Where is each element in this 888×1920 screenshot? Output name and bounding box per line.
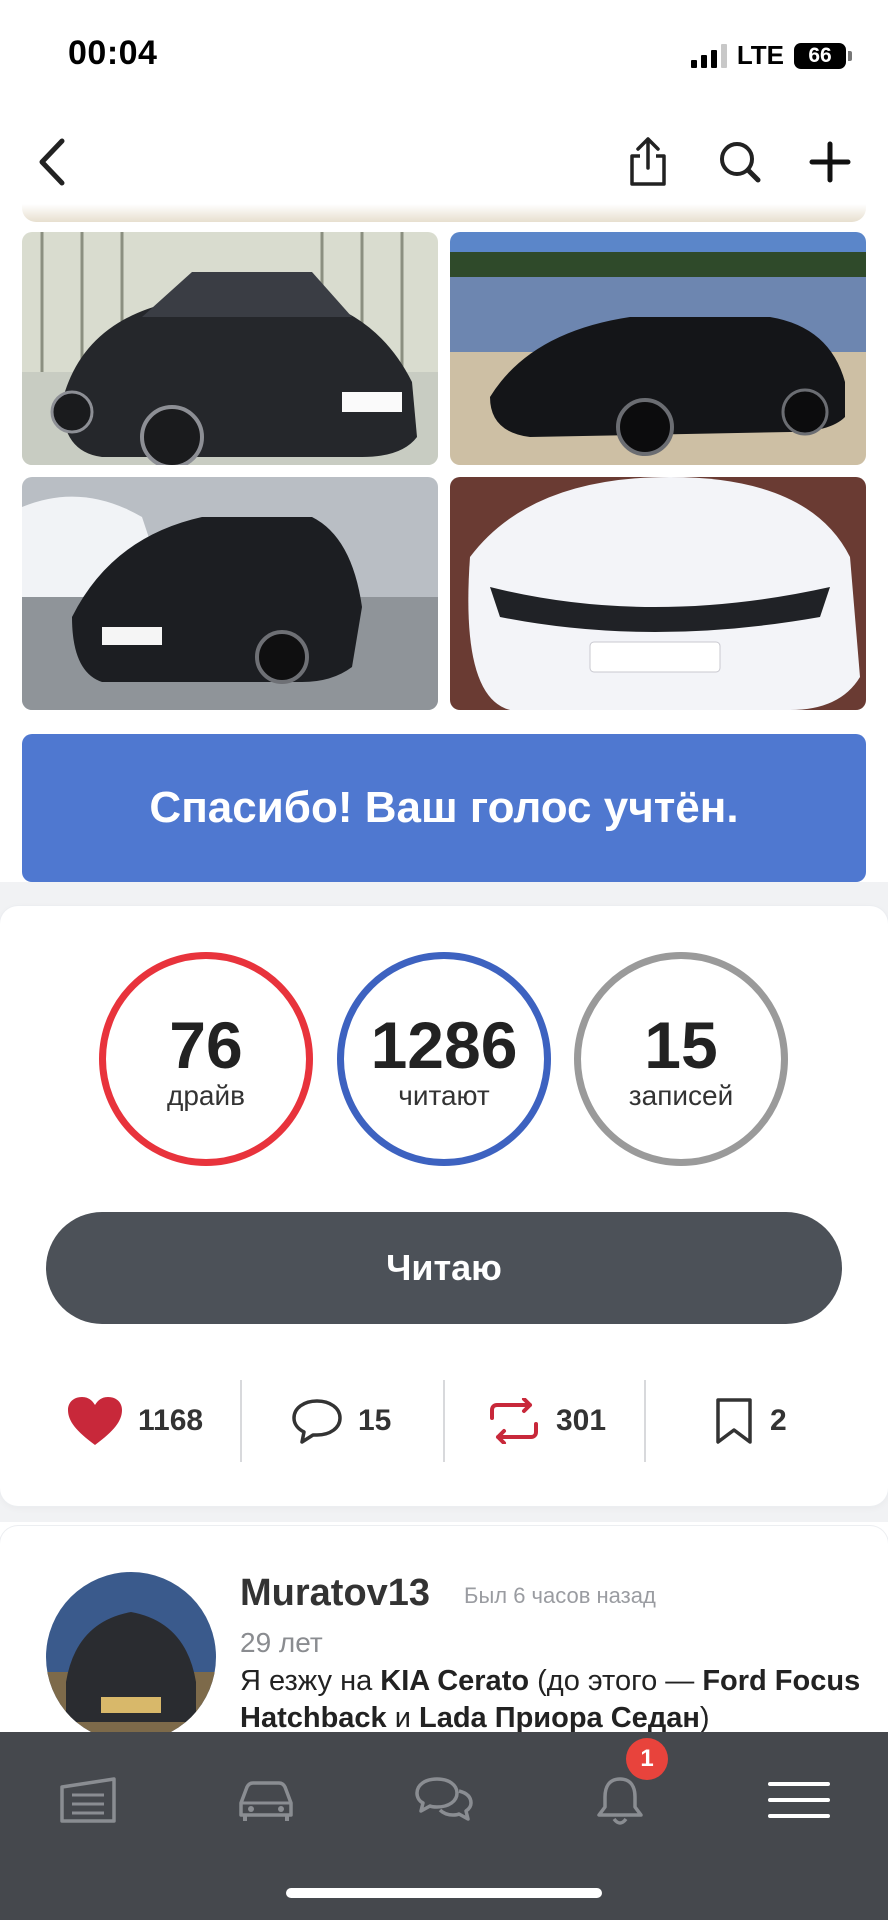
- search-button[interactable]: [710, 132, 770, 192]
- tab-messages[interactable]: [404, 1760, 484, 1840]
- previous-photo-edge: [22, 204, 866, 222]
- bookmark-button[interactable]: 2: [712, 1380, 787, 1462]
- bookmark-icon: [716, 1398, 752, 1444]
- bookmarks-count: 2: [770, 1404, 787, 1437]
- readers-value: 1286: [370, 1008, 518, 1082]
- top-nav-bar: [0, 110, 888, 210]
- divider: [644, 1380, 646, 1462]
- repost-button[interactable]: 301: [486, 1380, 606, 1462]
- current-car-link[interactable]: KIA Cerato: [380, 1665, 529, 1697]
- tab-cars[interactable]: [226, 1760, 306, 1840]
- home-indicator[interactable]: [286, 1888, 602, 1898]
- likes-count: 1168: [138, 1404, 204, 1437]
- follow-button[interactable]: Читаю: [46, 1212, 842, 1324]
- author-age: 29 лет: [240, 1627, 323, 1658]
- car-photo-4[interactable]: [450, 477, 866, 710]
- menu-icon: [768, 1782, 830, 1818]
- network-type: LTE: [736, 40, 784, 70]
- status-indicators: LTE 66: [690, 40, 852, 71]
- last-seen: Был 6 часов назад: [464, 1583, 656, 1608]
- readers-label: читают: [398, 1080, 490, 1111]
- avatar[interactable]: [46, 1572, 216, 1742]
- comments-button[interactable]: 15: [290, 1380, 391, 1462]
- vote-confirmation-banner: Спасибо! Ваш голос учтён.: [22, 734, 866, 882]
- status-time: 00:04: [68, 34, 158, 72]
- drive-value: 76: [169, 1008, 243, 1082]
- tab-garage[interactable]: [48, 1760, 128, 1840]
- repost-icon: [490, 1398, 538, 1444]
- battery-icon: 66: [794, 42, 852, 69]
- car-photo-3[interactable]: [22, 477, 438, 710]
- back-button[interactable]: [22, 132, 82, 192]
- car-photo-1[interactable]: [22, 232, 438, 465]
- author-username[interactable]: Muratov13: [240, 1572, 430, 1615]
- action-bar: 1168 15 301 2: [0, 1380, 888, 1462]
- plus-icon: [809, 141, 851, 183]
- share-icon: [630, 137, 666, 186]
- signal-icon: [690, 43, 727, 68]
- garage-icon: [60, 1777, 116, 1823]
- chat-icon: [415, 1777, 473, 1821]
- reposts-count: 301: [556, 1404, 607, 1437]
- posts-label: записей: [628, 1080, 734, 1111]
- comment-icon: [292, 1399, 342, 1444]
- chevron-left-icon: [39, 138, 65, 186]
- bell-icon: [597, 1777, 643, 1825]
- add-button[interactable]: [800, 132, 860, 192]
- car-photo-2[interactable]: [450, 232, 866, 465]
- heart-icon: [68, 1397, 122, 1445]
- car-icon: [239, 1781, 293, 1821]
- notification-badge: 1: [626, 1738, 668, 1780]
- posts-value: 15: [644, 1008, 718, 1082]
- like-button[interactable]: 1168: [66, 1380, 203, 1462]
- previous-car-link[interactable]: Lada Приора Седан: [419, 1702, 700, 1734]
- posts-stat[interactable]: 15 записей: [574, 952, 788, 1166]
- comments-count: 15: [358, 1404, 392, 1437]
- readers-stat[interactable]: 1286 читают: [337, 952, 551, 1166]
- tab-menu[interactable]: [759, 1760, 839, 1840]
- drive-label: драйв: [167, 1080, 245, 1111]
- author-cars: Я езжу на KIA Cerato (до этого — Ford Fo…: [240, 1665, 861, 1734]
- drive-stat: 76 драйв: [99, 952, 313, 1166]
- divider: [240, 1380, 242, 1462]
- status-bar: 00:04 LTE 66: [0, 0, 888, 110]
- share-button[interactable]: [618, 132, 678, 192]
- search-icon: [720, 142, 761, 183]
- divider: [443, 1380, 445, 1462]
